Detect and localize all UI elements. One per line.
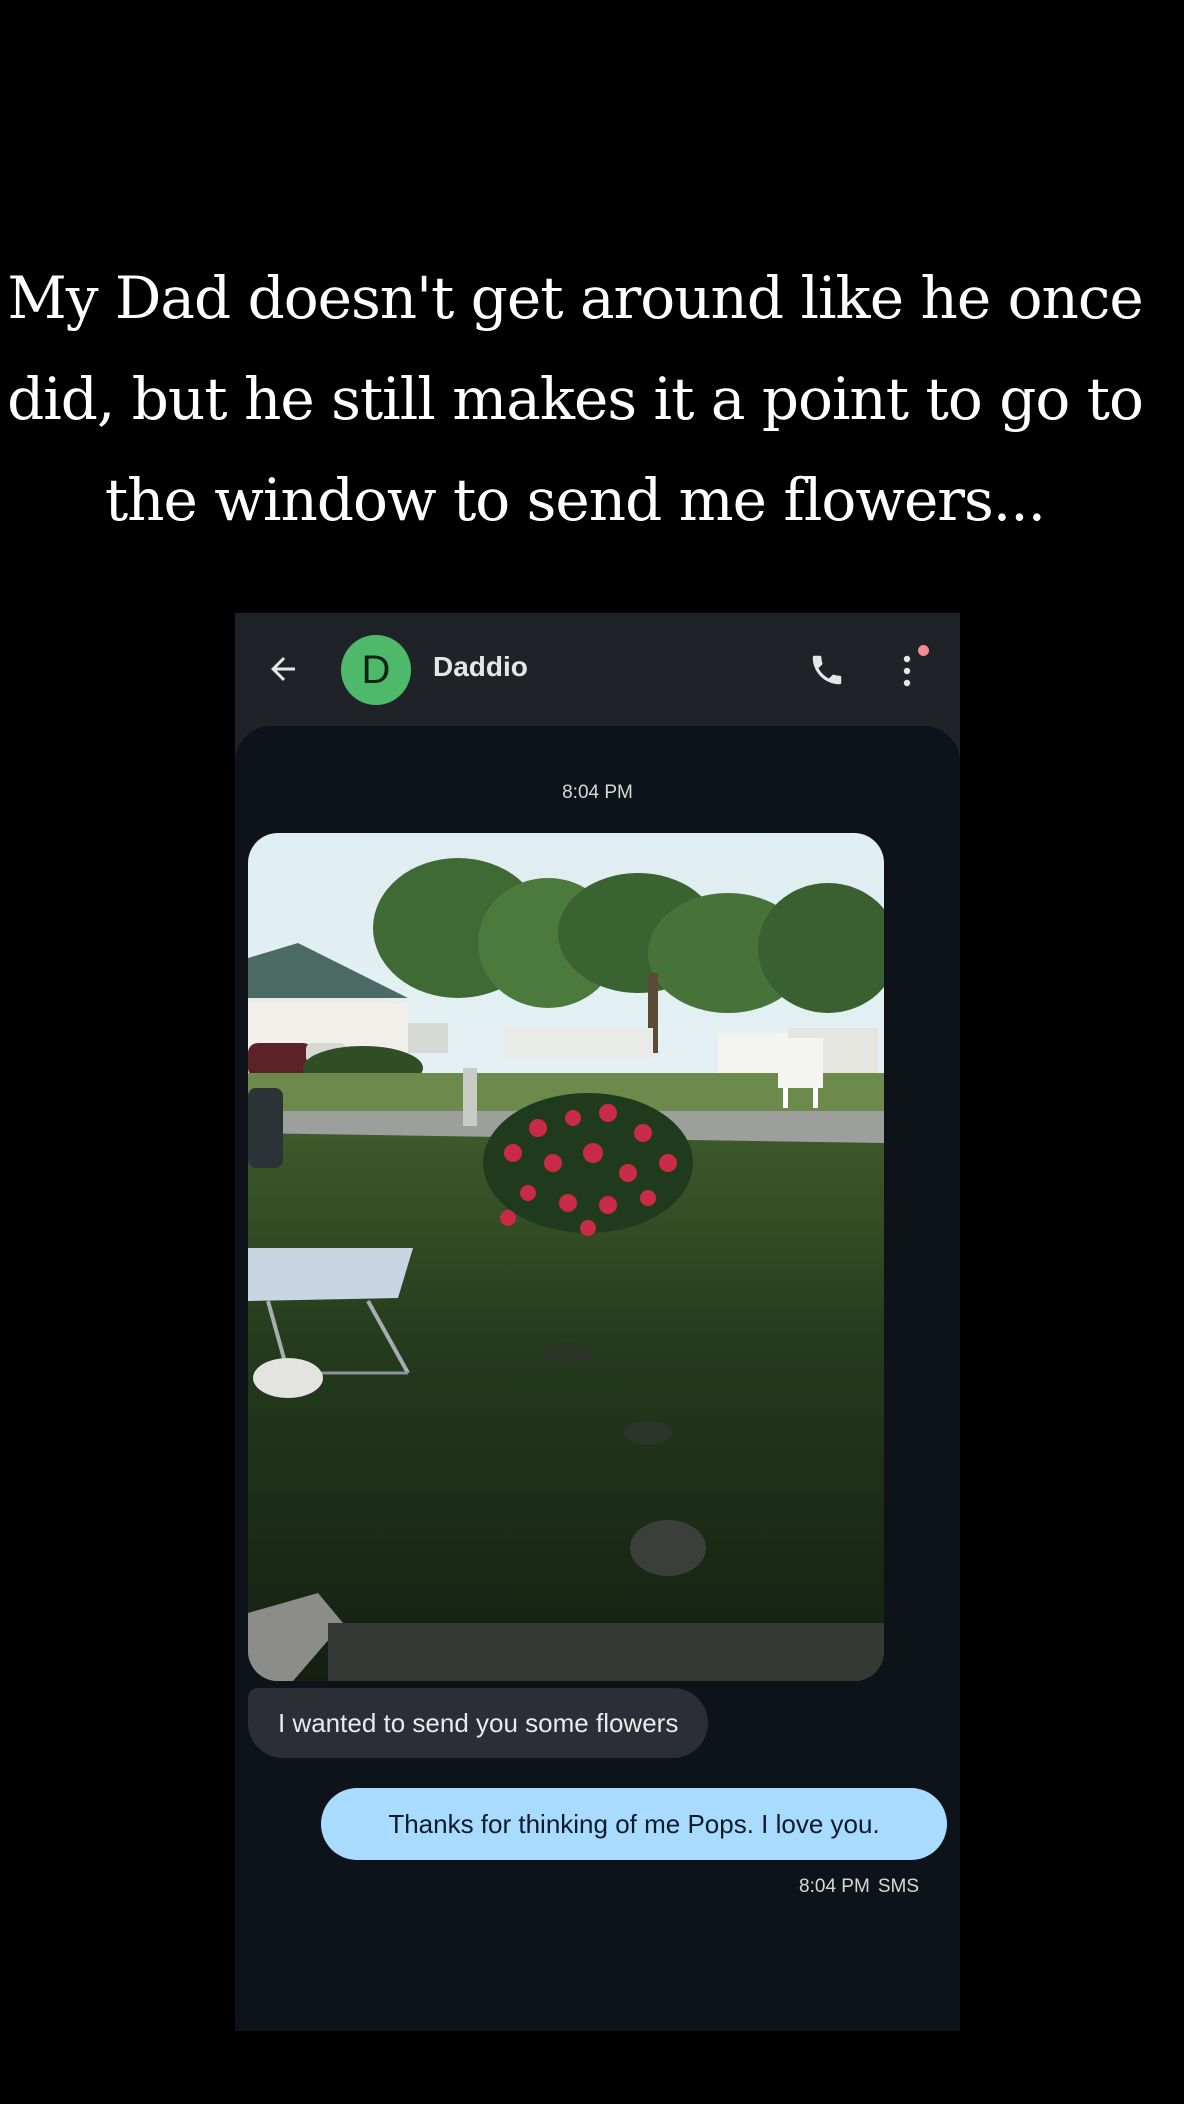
more-options-button[interactable] <box>895 649 919 693</box>
incoming-message[interactable]: I wanted to send you some flowers <box>248 1688 709 1758</box>
avatar[interactable]: D <box>341 635 411 705</box>
messages-screen: D Daddio 8:04 PM I wanted to send you so… <box>235 613 960 2031</box>
message-timestamp: 8:04 PM <box>562 782 633 803</box>
flowers-photo-image <box>248 833 884 1681</box>
message-type: SMS <box>877 1876 919 1897</box>
outgoing-message[interactable]: Thanks for thinking of me Pops. I love y… <box>321 1788 947 1860</box>
app-bar: D Daddio <box>235 613 960 725</box>
contact-name[interactable]: Daddio <box>433 651 528 683</box>
conversation: 8:04 PM I wanted to send you some flower… <box>235 726 960 2031</box>
flowers-photo[interactable] <box>248 833 884 1681</box>
caption-line-3: the window to send me flowers... <box>104 466 1046 534</box>
back-button[interactable] <box>265 651 301 687</box>
message-meta: 8:04 PM SMS <box>799 1876 919 1898</box>
caption: My Dad doesn't get around like he once d… <box>0 248 1150 551</box>
arrow-back-icon <box>271 657 295 681</box>
caption-line-2: did, but he still makes it a point to go… <box>7 365 1144 433</box>
call-button[interactable] <box>808 651 846 689</box>
message-time: 8:04 PM <box>799 1876 870 1897</box>
caption-line-1: My Dad doesn't get around like he once <box>7 264 1143 332</box>
phone-icon <box>812 655 842 685</box>
more-vert-icon <box>903 655 911 687</box>
notification-dot <box>918 645 929 656</box>
